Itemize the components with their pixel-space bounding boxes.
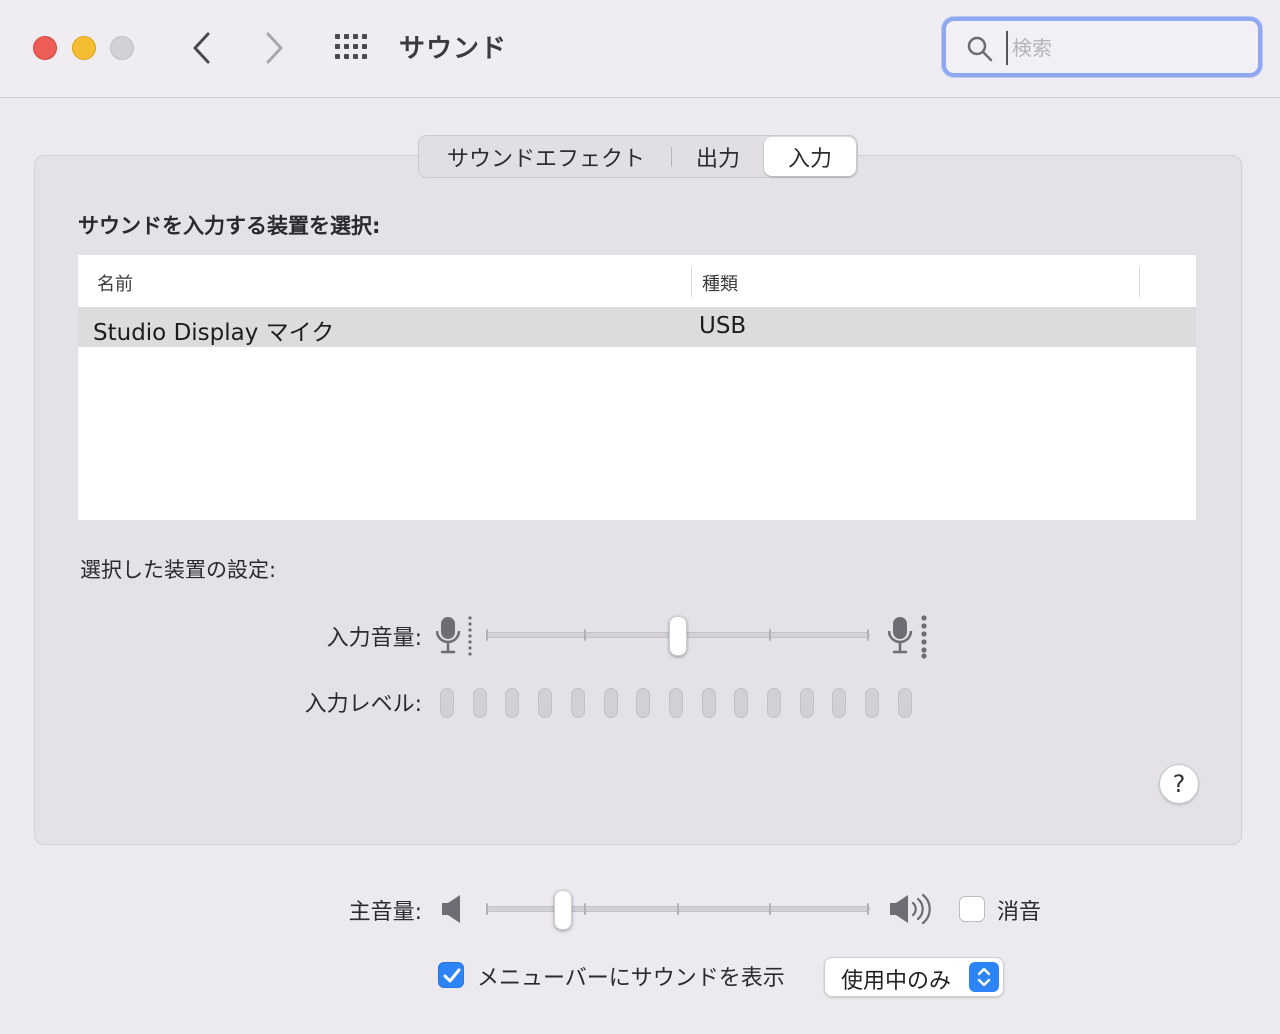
level-cell [767,688,781,718]
checkmark-icon [443,968,461,983]
table-row[interactable]: Studio Display マイク USB [78,307,1196,347]
output-volume-label: 主音量: [348,900,422,925]
table-header: 名前 種類 [78,255,1196,307]
column-header-type[interactable]: 種類 [702,270,738,296]
show-in-menubar-label: メニューバーにサウンドを表示 [477,966,785,991]
zoom-window-button[interactable] [110,36,134,60]
mic-high-icon [888,615,927,659]
slider-tick [677,903,679,915]
minimize-window-button[interactable] [72,36,96,60]
column-header-name[interactable]: 名前 [97,270,133,296]
forward-button[interactable] [256,28,292,68]
level-cell [668,688,683,718]
input-level-label: 入力レベル: [304,692,422,717]
level-cell [603,688,618,718]
search-icon [967,36,993,62]
level-cell [865,688,880,718]
column-divider[interactable] [1139,267,1140,297]
search-field[interactable] [942,17,1262,77]
menubar-display-popup[interactable]: 使用中のみ [824,957,1004,997]
chevron-up-down-icon [977,967,991,987]
level-cell [832,688,847,718]
device-table: 名前 種類 Studio Display マイク USB [78,255,1196,520]
slider-tick [769,629,771,641]
device-type-cell: USB [699,313,747,339]
level-cell [440,688,454,718]
chevron-right-icon [266,32,283,64]
device-name-cell: Studio Display マイク [93,320,335,346]
close-window-button[interactable] [33,36,57,60]
slider-tick [867,903,869,915]
tab-input[interactable]: 入力 [764,137,856,176]
window-title: サウンド [399,34,508,64]
slider-tick [769,903,771,915]
tab-bar: サウンドエフェクト 出力 入力 [418,135,858,178]
level-cell [636,688,651,718]
slider-tick [486,629,488,641]
level-cell [799,688,814,718]
mute-checkbox[interactable] [959,896,985,922]
chevron-left-icon [193,32,210,64]
output-volume-knob[interactable] [553,890,572,930]
slider-tick [584,903,586,915]
level-cell [897,688,912,718]
tab-sound-effects[interactable]: サウンドエフェクト [420,137,672,176]
level-cell [538,688,553,718]
speaker-low-icon [442,895,460,923]
popup-value: 使用中のみ [841,969,952,994]
grid-icon [335,34,367,59]
speaker-high-icon [890,893,931,925]
search-input[interactable] [1006,31,1246,65]
slider-tick [867,629,869,641]
input-volume-knob[interactable] [669,616,687,656]
mute-label: 消音 [997,900,1042,925]
help-button[interactable]: ? [1159,764,1199,804]
slider-tick [486,903,488,915]
column-divider[interactable] [691,267,692,297]
toolbar: サウンド [0,0,1280,98]
show-in-menubar-checkbox[interactable] [438,962,464,988]
level-cell [505,688,520,718]
mic-low-icon [436,616,472,656]
device-select-title: サウンドを入力する装置を選択: [78,214,381,238]
device-settings-title: 選択した装置の設定: [80,558,277,582]
show-all-button[interactable] [333,32,373,62]
level-cell [734,688,749,718]
level-cell [570,688,585,718]
input-volume-label: 入力音量: [326,626,422,651]
popup-arrows [969,962,999,992]
level-cell [472,688,487,718]
level-cell [701,688,716,718]
slider-tick [584,629,586,641]
back-button[interactable] [184,28,220,68]
tab-output[interactable]: 出力 [672,137,764,176]
